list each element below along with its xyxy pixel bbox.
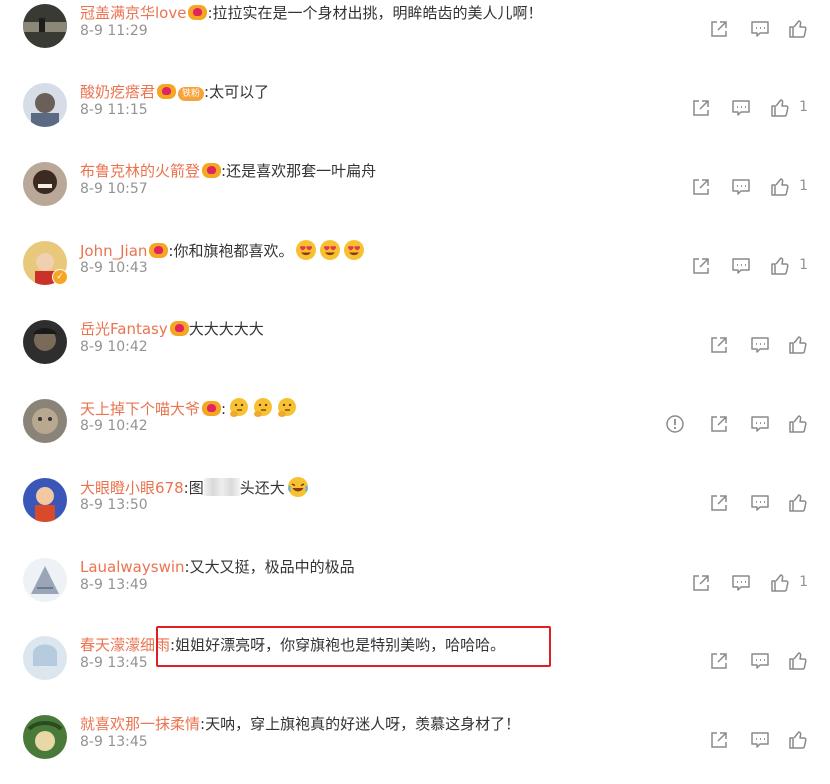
report-icon[interactable]	[665, 414, 685, 434]
share-icon[interactable]	[709, 651, 729, 671]
avatar[interactable]	[23, 320, 67, 364]
member-badge-icon	[149, 243, 169, 258]
share-icon[interactable]	[691, 256, 711, 276]
share-icon[interactable]	[691, 98, 711, 118]
thinking-emoji	[228, 397, 250, 419]
timestamp: 8-9 11:15	[80, 102, 148, 118]
comment-icon[interactable]	[750, 335, 770, 355]
username[interactable]: 岳光Fantasy	[80, 320, 168, 338]
username[interactable]: Laualwayswin	[80, 558, 185, 576]
member-badge-icon	[188, 5, 208, 20]
avatar[interactable]	[23, 715, 67, 759]
heart-eyes-emoji	[343, 239, 365, 261]
share-icon[interactable]	[691, 573, 711, 593]
comment-icon[interactable]	[750, 414, 770, 434]
username[interactable]: 冠盖满京华love	[80, 4, 186, 22]
share-icon[interactable]	[709, 730, 729, 750]
comment-text: 你和旗袍都喜欢。	[173, 242, 294, 260]
like-icon[interactable]	[770, 98, 790, 118]
like-icon[interactable]	[788, 651, 808, 671]
comment-item: 冠盖满京华love:拉拉实在是一个身材出挑，明眸皓齿的美人儿啊！ 8-9 11:…	[0, 0, 830, 73]
comment-icon[interactable]	[750, 651, 770, 671]
fan-badge: 铁粉	[178, 87, 205, 101]
like-icon[interactable]	[788, 19, 808, 39]
comment-icon[interactable]	[731, 573, 751, 593]
comment-icon[interactable]	[750, 19, 770, 39]
comment-icon[interactable]	[750, 730, 770, 750]
username[interactable]: 天上掉下个喵大爷	[80, 400, 200, 418]
timestamp: 8-9 13:49	[80, 577, 148, 593]
timestamp: 8-9 13:50	[80, 497, 148, 513]
username[interactable]: 就喜欢那一抹柔情	[80, 715, 200, 733]
verified-icon: ✓	[52, 269, 68, 285]
heart-eyes-emoji	[295, 239, 317, 261]
avatar[interactable]	[23, 4, 67, 48]
timestamp: 8-9 10:42	[80, 418, 148, 434]
heart-eyes-emoji	[319, 239, 341, 261]
avatar[interactable]	[23, 558, 67, 602]
member-badge-icon	[169, 321, 189, 336]
like-count: 1	[799, 574, 808, 590]
avatar[interactable]	[23, 636, 67, 680]
avatar[interactable]	[23, 162, 67, 206]
mosaic-redaction	[203, 478, 240, 496]
like-count: 1	[799, 178, 808, 194]
comment-text: 太可以了	[209, 83, 270, 101]
like-count: 1	[799, 99, 808, 115]
timestamp: 8-9 10:43	[80, 260, 148, 276]
like-icon[interactable]	[770, 256, 790, 276]
avatar[interactable]	[23, 83, 67, 127]
like-icon[interactable]	[788, 493, 808, 513]
thinking-emoji	[276, 397, 298, 419]
comment-item: 岳光Fantasy 大大大大大 8-9 10:42	[0, 310, 830, 389]
member-badge-icon	[202, 401, 222, 416]
comment-item: Laualwayswin:又大又挺，极品中的极品 8-9 13:49 1	[0, 548, 830, 627]
timestamp: 8-9 13:45	[80, 655, 148, 671]
comment-item: 大眼瞪小眼678:图 头还大 8-9 13:50	[0, 468, 830, 547]
avatar[interactable]	[23, 478, 67, 522]
share-icon[interactable]	[691, 177, 711, 197]
username[interactable]: 酸奶疙瘩君	[80, 83, 155, 101]
like-count: 1	[799, 257, 808, 273]
comment-item: 就喜欢那一抹柔情:天呐，穿上旗袍真的好迷人呀，羡慕这身材了！ 8-9 13:45	[0, 705, 830, 784]
like-icon[interactable]	[788, 414, 808, 434]
like-icon[interactable]	[788, 335, 808, 355]
like-icon[interactable]	[770, 573, 790, 593]
username[interactable]: 布鲁克林的火箭登	[80, 162, 200, 180]
separator: :	[221, 400, 227, 418]
timestamp: 8-9 11:29	[80, 23, 148, 39]
highlight-box	[156, 626, 551, 667]
like-icon[interactable]	[770, 177, 790, 197]
share-icon[interactable]	[709, 414, 729, 434]
comment-item: 天上掉下个喵大爷: 8-9 10:42	[0, 389, 830, 468]
username[interactable]: John_Jian	[80, 242, 147, 260]
comment-text: 拉拉实在是一个身材出挑，明眸皓齿的美人儿啊！	[212, 4, 543, 22]
comment-text: 头还大	[239, 479, 285, 497]
comment-text: 大大大大大	[188, 320, 264, 338]
share-icon[interactable]	[709, 335, 729, 355]
share-icon[interactable]	[709, 19, 729, 39]
comment-icon[interactable]	[731, 256, 751, 276]
username[interactable]: 大眼瞪小眼678	[80, 479, 184, 497]
comment-text: 又大又挺，极品中的极品	[189, 558, 355, 576]
timestamp: 8-9 10:57	[80, 181, 148, 197]
timestamp: 8-9 13:45	[80, 734, 148, 750]
comment-icon[interactable]	[731, 177, 751, 197]
comment-icon[interactable]	[750, 493, 770, 513]
laughing-crying-emoji	[287, 476, 309, 498]
comment-text: 还是喜欢那套一叶扁舟	[226, 162, 377, 180]
comment-item: 布鲁克林的火箭登:还是喜欢那套一叶扁舟 8-9 10:57 1	[0, 152, 830, 231]
member-badge-icon	[202, 163, 222, 178]
avatar[interactable]	[23, 399, 67, 443]
comment-icon[interactable]	[731, 98, 751, 118]
member-badge-icon	[157, 84, 177, 99]
like-icon[interactable]	[788, 730, 808, 750]
comment-item: ✓ John_Jian:你和旗袍都喜欢。 8-9 10:43 1	[0, 231, 830, 310]
thinking-emoji	[252, 397, 274, 419]
share-icon[interactable]	[709, 493, 729, 513]
timestamp: 8-9 10:42	[80, 339, 148, 355]
comment-text: 图	[188, 479, 204, 497]
comment-text: 天呐，穿上旗袍真的好迷人呀，羡慕这身材了！	[205, 715, 521, 733]
comment-item: 酸奶疙瘩君 铁粉:太可以了 8-9 11:15 1	[0, 73, 830, 152]
